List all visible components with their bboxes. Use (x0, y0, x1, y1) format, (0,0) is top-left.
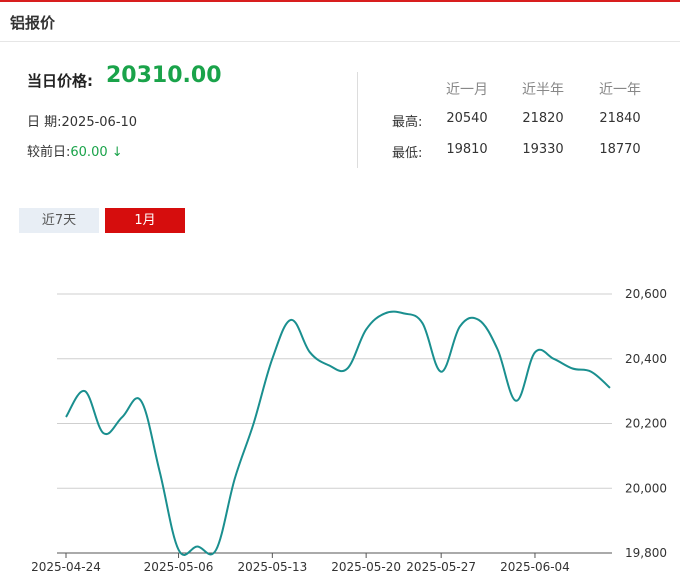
y-tick-label: 20,000 (625, 481, 667, 495)
price-line-chart: 19,800 20,000 20,200 20,400 20,600 2025-04-2… (31, 287, 667, 574)
y-tick-label: 20,200 (625, 417, 667, 431)
y-tick-label: 19,800 (625, 546, 667, 560)
y-tick-label: 20,600 (625, 287, 667, 301)
x-tick-label: 2025-05-06 (144, 560, 214, 574)
x-tick-label: 2025-05-20 (331, 560, 401, 574)
y-tick-label: 20,400 (625, 352, 667, 366)
x-tick-label: 2025-04-24 (31, 560, 101, 574)
x-tick-label: 2025-06-04 (500, 560, 570, 574)
y-axis-labels: 19,800 20,000 20,200 20,400 20,600 (625, 287, 667, 560)
x-tick-label: 2025-05-13 (237, 560, 307, 574)
series-line (65, 310, 611, 556)
x-tick-label: 2025-05-27 (406, 560, 476, 574)
grid-lines (57, 293, 612, 554)
x-axis: 2025-04-24 2025-05-06 2025-05-13 2025-05-20… (31, 553, 570, 574)
